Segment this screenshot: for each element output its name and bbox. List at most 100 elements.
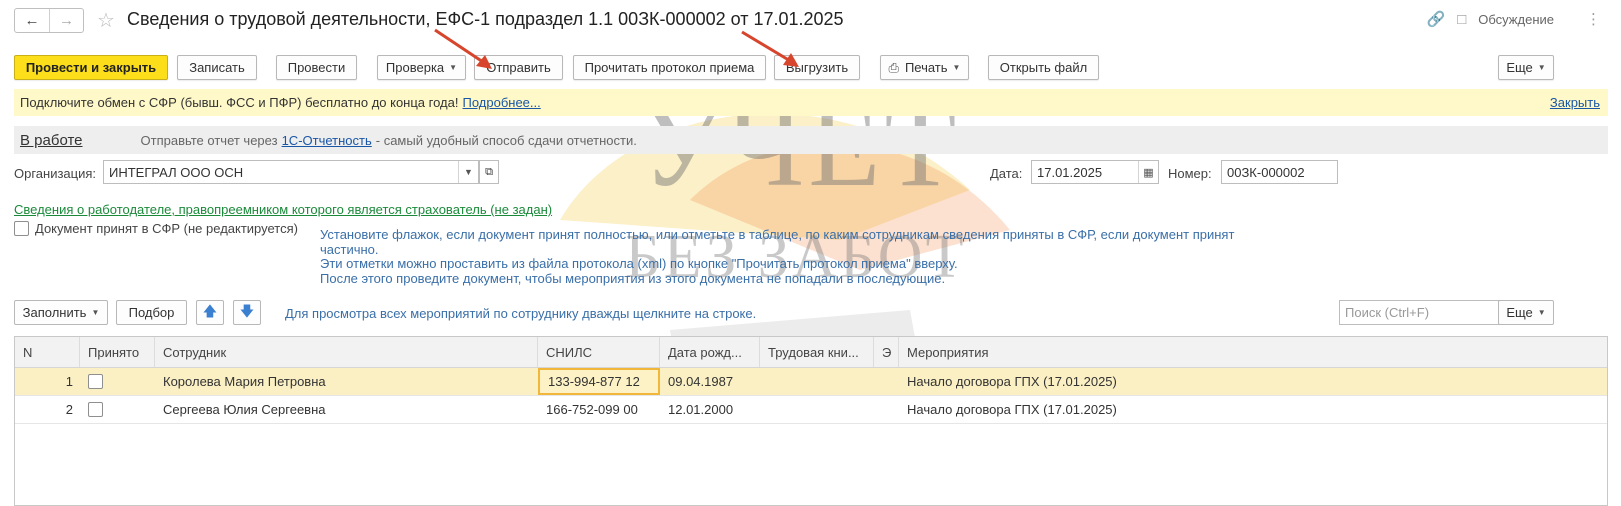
row-accepted-checkbox[interactable]: [88, 402, 103, 417]
reporting-service-link[interactable]: 1С-Отчетность: [282, 133, 372, 148]
post-and-close-button[interactable]: Провести и закрыть: [14, 55, 168, 80]
fill-label: Заполнить: [22, 305, 87, 320]
table-more-label: Еще: [1506, 305, 1533, 320]
row-work-book: [760, 396, 874, 423]
predecessor-employer-link[interactable]: Сведения о работодателе, правопреемником…: [14, 202, 552, 217]
row-accepted-cell[interactable]: [80, 368, 155, 395]
accepted-checkbox-row[interactable]: Документ принят в СФР (не редактируется): [14, 221, 298, 236]
accepted-checkbox[interactable]: [14, 221, 29, 236]
row-e: [874, 368, 899, 395]
row-birth-date: 12.01.2000: [668, 402, 734, 417]
table-hint: Для просмотра всех мероприятий по сотруд…: [285, 306, 757, 321]
document-state-link[interactable]: В работе: [20, 132, 83, 149]
open-organization-icon[interactable]: ⧉: [479, 160, 499, 184]
chevron-down-icon: ▼: [449, 63, 458, 72]
more-vertical-icon[interactable]: ⋮: [1586, 10, 1601, 28]
more-actions-button[interactable]: Еще ▼: [1498, 55, 1554, 80]
accepted-checkbox-label: Документ принят в СФР (не редактируется): [35, 221, 298, 236]
number-field[interactable]: 00ЗК-000002: [1221, 160, 1338, 184]
post-button[interactable]: Провести: [276, 55, 357, 80]
forward-arrow-icon[interactable]: →: [49, 9, 83, 32]
save-label: Записать: [189, 60, 245, 75]
header-snils[interactable]: СНИЛС: [538, 337, 660, 367]
row-employee: Королева Мария Петровна: [163, 374, 326, 389]
move-down-icon[interactable]: 🡇: [233, 300, 261, 325]
post-and-close-label: Провести и закрыть: [25, 60, 157, 75]
promo-more-link[interactable]: Подробнее...: [462, 95, 540, 110]
header-employee[interactable]: Сотрудник: [155, 337, 538, 367]
table-more-button[interactable]: Еще ▼: [1498, 300, 1554, 325]
row-e: [874, 396, 899, 423]
row-birth-date: 09.04.1987: [668, 374, 734, 389]
number-value: 00ЗК-000002: [1227, 164, 1305, 180]
row-accepted-checkbox[interactable]: [88, 374, 103, 389]
export-button[interactable]: Выгрузить: [774, 55, 860, 80]
row-snils: 166-752-099 00: [546, 402, 638, 417]
row-filler: [1369, 396, 1607, 423]
pick-button[interactable]: Подбор: [116, 300, 187, 325]
organization-field[interactable]: ИНТЕГРАЛ ООО ОСН ▼: [103, 160, 479, 184]
row-number: 2: [65, 402, 73, 417]
hint-line: Установите флажок, если документ принят …: [320, 227, 1235, 242]
row-snils[interactable]: 133-994-877 12: [538, 368, 660, 395]
row-work-book: [760, 368, 874, 395]
date-field[interactable]: 17.01.2025 ▦: [1031, 160, 1159, 184]
header-work-book[interactable]: Трудовая кни...: [760, 337, 874, 367]
row-events: Начало договора ГПХ (17.01.2025): [907, 402, 1117, 417]
hint-line: После этого проведите документ, чтобы ме…: [320, 271, 946, 287]
discussion-icon[interactable]: □: [1457, 11, 1466, 28]
link-icon[interactable]: 🔗: [1427, 10, 1446, 28]
organization-value: ИНТЕГРАЛ ООО ОСН: [109, 164, 244, 180]
page-title: Сведения о трудовой деятельности, ЕФС-1 …: [127, 9, 844, 29]
row-number: 1: [65, 374, 73, 389]
title-bar: ← → ☆ Сведения о трудовой деятельности, …: [0, 0, 1621, 40]
header-n[interactable]: N: [15, 337, 80, 367]
open-file-label: Открыть файл: [999, 60, 1088, 75]
discussion-label[interactable]: Обсуждение: [1478, 12, 1554, 27]
search-placeholder: Поиск (Ctrl+F): [1345, 305, 1430, 320]
export-label: Выгрузить: [785, 60, 849, 75]
save-button[interactable]: Записать: [177, 55, 257, 80]
history-nav: ← →: [14, 8, 84, 33]
send-button[interactable]: Отправить: [474, 55, 563, 80]
send-label: Отправить: [486, 60, 551, 75]
check-dropdown-button[interactable]: Проверка ▼: [377, 55, 466, 80]
status-text-before: Отправьте отчет через: [140, 132, 278, 148]
header-accepted[interactable]: Принято: [80, 337, 155, 367]
row-filler: [1369, 368, 1607, 395]
accepted-hint: Установите флажок, если документ принят …: [320, 227, 1240, 287]
date-value: 17.01.2025: [1037, 164, 1103, 180]
read-protocol-label: Прочитать протокол приема: [584, 60, 755, 75]
print-label: Печать: [904, 60, 948, 75]
table-row[interactable]: 1 Королева Мария Петровна 133-994-877 12…: [15, 368, 1607, 396]
printer-icon: ⎙: [888, 59, 899, 75]
chevron-down-icon: ▼: [1537, 308, 1546, 317]
promo-close-link[interactable]: Закрыть: [1550, 95, 1600, 110]
table-row[interactable]: 2 Сергеева Юлия Сергеевна 166-752-099 00…: [15, 396, 1607, 424]
chevron-down-icon: ▼: [952, 63, 961, 72]
status-bar: В работе Отправьте отчет через 1С-Отчетн…: [14, 126, 1608, 154]
hint-line: Эти отметки можно проставить из файла пр…: [320, 256, 958, 272]
open-file-button[interactable]: Открыть файл: [988, 55, 1099, 80]
row-accepted-cell[interactable]: [80, 396, 155, 423]
read-protocol-button[interactable]: Прочитать протокол приема: [573, 55, 766, 80]
move-up-icon[interactable]: 🡅: [196, 300, 224, 325]
promo-text: Подключите обмен с СФР (бывш. ФСС и ПФР)…: [20, 95, 459, 110]
promo-infobar: Подключите обмен с СФР (бывш. ФСС и ПФР)…: [14, 89, 1608, 116]
favorite-star-icon[interactable]: ☆: [97, 8, 115, 33]
date-label: Дата:: [990, 166, 1023, 181]
organization-label: Организация:: [14, 166, 97, 181]
number-label: Номер:: [1168, 166, 1212, 181]
title-actions: 🔗 □ Обсуждение ⋮: [1427, 10, 1602, 29]
hint-line: частично.: [320, 241, 379, 257]
table-header: N Принято Сотрудник СНИЛС Дата рожд... Т…: [15, 337, 1607, 368]
header-events[interactable]: Мероприятия: [899, 337, 1369, 367]
header-e[interactable]: Э: [874, 337, 899, 367]
fill-dropdown-button[interactable]: Заполнить ▼: [14, 300, 108, 325]
chevron-down-icon[interactable]: ▼: [458, 161, 478, 183]
check-label: Проверка: [385, 60, 445, 75]
calendar-icon[interactable]: ▦: [1138, 161, 1158, 183]
header-birth-date[interactable]: Дата рожд...: [660, 337, 760, 367]
back-arrow-icon[interactable]: ←: [15, 9, 49, 32]
print-dropdown-button[interactable]: ⎙ Печать ▼: [880, 55, 969, 80]
